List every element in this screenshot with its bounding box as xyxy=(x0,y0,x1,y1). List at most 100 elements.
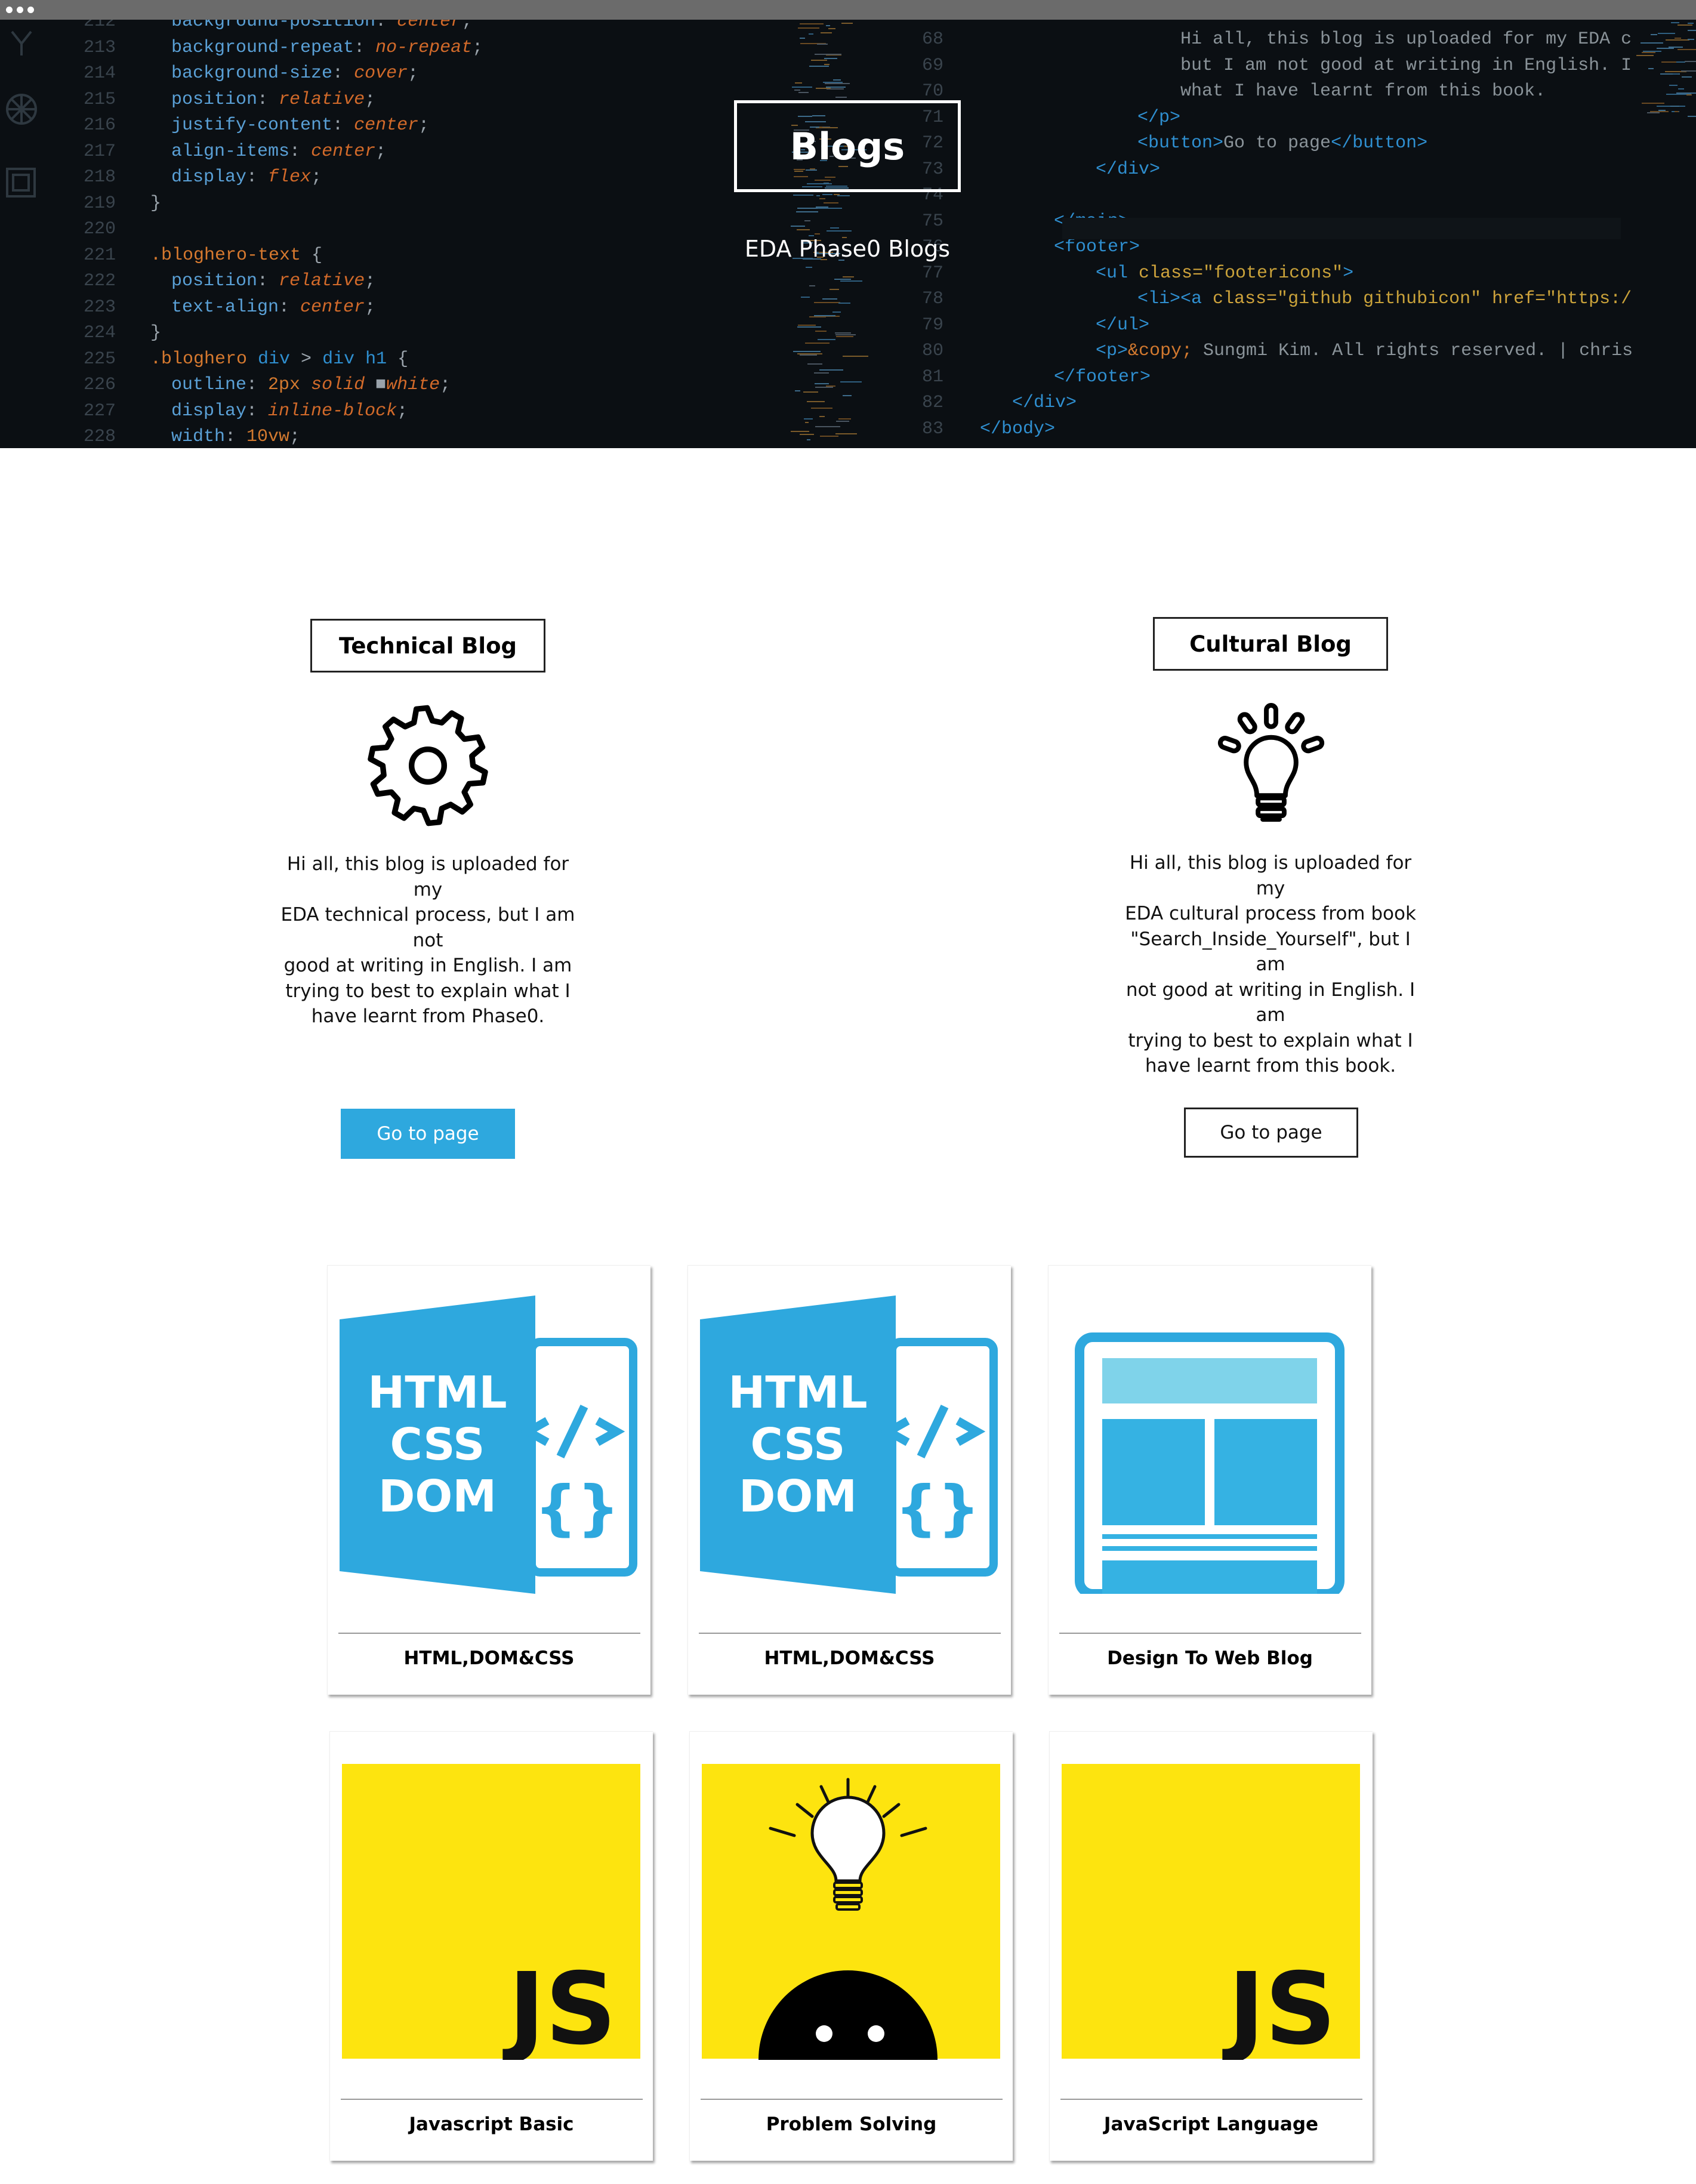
code-line: .bloghero div > div h1 { xyxy=(150,348,409,369)
code-line: <ul class="footericons"> xyxy=(1096,263,1354,283)
line-number: 217 xyxy=(84,141,116,162)
web-layout-icon xyxy=(1060,1295,1359,1607)
line-number: 220 xyxy=(84,219,116,239)
line-number: 69 xyxy=(922,55,944,76)
minimap-mark xyxy=(1678,88,1684,90)
minimap-mark xyxy=(1688,22,1694,24)
line-number: 213 xyxy=(84,37,116,58)
line-number: 222 xyxy=(84,271,116,291)
minimap-mark xyxy=(1647,112,1660,114)
blog-card-html-dom-css[interactable]: HTML CSS DOM {} HTML,DOM&CSS xyxy=(327,1265,650,1695)
minimap-mark xyxy=(1636,55,1654,57)
line-number: 83 xyxy=(922,418,944,439)
code-line: </footer> xyxy=(1054,366,1151,387)
editor-active-line xyxy=(1062,218,1621,239)
minimap-mark xyxy=(794,90,801,91)
line-number: 228 xyxy=(84,427,116,447)
minimap-mark xyxy=(818,338,835,340)
minimap-mark xyxy=(793,351,821,353)
svg-text:HTML: HTML xyxy=(368,1367,507,1418)
minimap-mark xyxy=(820,32,832,33)
code-line: <p>&copy; Sungmi Kim. All rights reserve… xyxy=(1096,341,1633,361)
editor-side-icons xyxy=(6,30,37,198)
svg-text:JS: JS xyxy=(1222,1952,1336,2060)
minimap-mark xyxy=(797,326,822,328)
code-line: <footer> xyxy=(1054,237,1140,257)
minimap-mark xyxy=(800,297,810,298)
card-title[interactable]: JavaScript Language xyxy=(1050,2114,1373,2135)
card-title[interactable]: HTML,DOM&CSS xyxy=(688,1648,1011,1669)
minimap-mark xyxy=(1671,22,1680,24)
minimap-mark xyxy=(835,420,849,422)
code-line: what I have learnt from this book. xyxy=(1180,81,1546,101)
line-number: 224 xyxy=(84,323,116,343)
minimap-mark xyxy=(796,229,810,231)
minimap-mark xyxy=(832,311,841,313)
minimap-mark xyxy=(805,266,813,268)
minimap-mark xyxy=(791,430,810,432)
minimap-mark xyxy=(841,23,853,24)
card-title[interactable]: Javascript Basic xyxy=(330,2114,653,2135)
code-line: display: inline-block; xyxy=(171,400,408,421)
minimap-mark xyxy=(840,381,862,383)
window-dot-icon[interactable] xyxy=(27,7,34,13)
minimap-mark xyxy=(1669,46,1683,48)
minimap-mark xyxy=(800,354,818,356)
line-number: 81 xyxy=(922,366,944,387)
window-dot-icon[interactable] xyxy=(6,7,13,13)
browser-titlebar xyxy=(0,0,1696,20)
code-line: background-position: center; xyxy=(171,20,473,32)
minimap-mark xyxy=(1641,103,1665,104)
minimap-mark xyxy=(1677,48,1696,50)
minimap-mark xyxy=(814,372,829,374)
minimap-mark xyxy=(804,220,810,221)
card-title[interactable]: Problem Solving xyxy=(690,2114,1013,2135)
cultural-blog-label-box: Cultural Blog xyxy=(1153,617,1388,671)
blog-card-problem-solving[interactable]: Problem Solving xyxy=(689,1731,1013,2161)
minimap-mark xyxy=(815,425,840,427)
minimap-mark xyxy=(815,386,833,388)
line-number: 75 xyxy=(922,211,944,232)
minimap-mark xyxy=(817,44,828,45)
code-line: text-align: center; xyxy=(171,297,376,317)
minimap-mark xyxy=(1685,60,1696,62)
minimap-mark xyxy=(843,395,852,397)
minimap-mark xyxy=(838,418,852,419)
technical-blog-description: Hi all, this blog is uploaded for my EDA… xyxy=(280,853,575,1027)
cultural-go-to-page-button[interactable]: Go to page xyxy=(1184,1108,1358,1158)
svg-text:{}: {} xyxy=(895,1473,980,1543)
minimap-mark xyxy=(1656,48,1675,50)
code-line: .bloghero-text { xyxy=(150,245,323,266)
minimap-mark xyxy=(1687,116,1696,118)
window-dot-icon[interactable] xyxy=(17,7,23,13)
minimap-mark xyxy=(819,369,844,371)
technical-blog-label-box: Technical Blog xyxy=(310,619,545,673)
minimap-mark xyxy=(824,63,830,65)
minimap-mark xyxy=(800,38,806,39)
blog-card-design-to-web[interactable]: Design To Web Blog xyxy=(1048,1265,1371,1695)
minimap-mark xyxy=(798,27,819,29)
card-title[interactable]: HTML,DOM&CSS xyxy=(328,1648,650,1669)
code-line: but I am not good at writing in English.… xyxy=(1180,55,1632,76)
code-line: display: flex; xyxy=(171,167,322,187)
minimap-mark xyxy=(835,332,852,334)
code-line: } xyxy=(150,323,162,343)
minimap-mark xyxy=(1673,73,1679,75)
code-line: </div> xyxy=(1012,393,1077,413)
technical-go-to-page-button[interactable]: Go to page xyxy=(341,1109,515,1159)
minimap-mark xyxy=(815,382,830,384)
code-line: align-items: center; xyxy=(171,141,387,162)
line-number: 78 xyxy=(922,289,944,309)
line-number: 82 xyxy=(922,393,944,413)
blog-card-javascript-basic[interactable]: JS Javascript Basic xyxy=(329,1731,653,2161)
card-title[interactable]: Design To Web Blog xyxy=(1049,1648,1371,1669)
minimap-mark xyxy=(803,418,813,420)
line-number: 214 xyxy=(84,63,116,84)
minimap-mark xyxy=(838,303,851,304)
svg-text:DOM: DOM xyxy=(378,1471,497,1522)
minimap-mark xyxy=(807,401,825,403)
blog-card-html-dom-css-2[interactable]: HTML CSS DOM {} HTML,DOM&CSS xyxy=(687,1265,1011,1695)
code-line: </p> xyxy=(1137,107,1181,128)
blog-card-javascript-language[interactable]: JS JavaScript Language xyxy=(1049,1731,1373,2161)
minimap-mark xyxy=(813,302,841,304)
